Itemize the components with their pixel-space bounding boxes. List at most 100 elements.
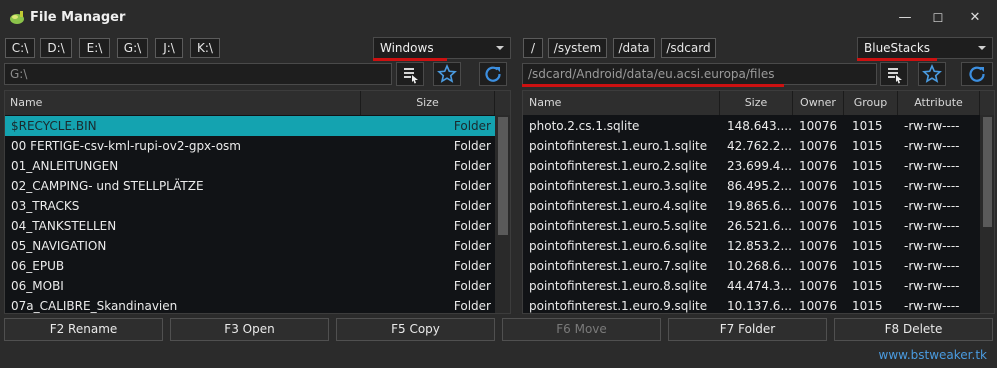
row-name: pointofinterest.1.euro.1.sqlite (529, 139, 708, 153)
root-button[interactable]: /system (548, 38, 607, 58)
row-owner: 10076 (799, 219, 838, 233)
table-row[interactable]: pointofinterest.1.euro.7.sqlite 10.268.6.… (523, 256, 980, 276)
f2-rename-button[interactable]: F2 Rename (4, 318, 163, 341)
table-row[interactable]: 02_CAMPING- und STELLPLÄTZE Folder (5, 176, 495, 196)
table-row[interactable]: pointofinterest.1.euro.6.sqlite 12.853.2.… (523, 236, 980, 256)
row-attribute: -rw-rw---- (904, 239, 960, 253)
row-name: 01_ANLEITUNGEN (11, 159, 119, 173)
row-attribute: -rw-rw---- (904, 159, 960, 173)
right-bookmarks-button[interactable] (880, 62, 908, 86)
f7-folder-button[interactable]: F7 Folder (668, 318, 827, 341)
right-refresh-button[interactable] (961, 62, 993, 86)
table-row[interactable]: photo.2.cs.1.sqlite 148.643.... 10076 1015 -… (523, 116, 980, 136)
row-size: 10.137.6... (727, 299, 792, 313)
right-favorite-button[interactable] (918, 62, 946, 86)
column-header-name[interactable]: Name (523, 91, 720, 115)
table-row[interactable]: 06_EPUB Folder (5, 256, 495, 276)
column-header-size[interactable]: Size (720, 91, 793, 115)
table-row[interactable]: $RECYCLE.BIN Folder (5, 116, 495, 136)
drive-button[interactable]: C:\ (5, 38, 35, 58)
table-row[interactable]: 03_TRACKS Folder (5, 196, 495, 216)
bookmark-list-icon (888, 68, 902, 84)
left-refresh-button[interactable] (479, 62, 507, 86)
row-name: 04_TANKSTELLEN (11, 219, 117, 233)
table-row[interactable]: 06_MOBI Folder (5, 276, 495, 296)
column-header-name[interactable]: Name (5, 91, 361, 115)
row-size: Folder (453, 179, 491, 193)
table-row[interactable]: pointofinterest.1.euro.2.sqlite 23.699.4.… (523, 156, 980, 176)
row-group: 1015 (852, 259, 883, 273)
column-header-attribute[interactable]: Attribute (898, 91, 980, 115)
header-spacer (980, 91, 994, 115)
table-row[interactable]: pointofinterest.1.euro.4.sqlite 19.865.6.… (523, 196, 980, 216)
f3-open-button[interactable]: F3 Open (170, 318, 329, 341)
row-attribute: -rw-rw---- (904, 219, 960, 233)
row-owner: 10076 (799, 239, 838, 253)
table-row[interactable]: 07a_CALIBRE_Skandinavien Folder (5, 296, 495, 313)
left-source-select[interactable]: Windows (373, 37, 511, 59)
row-owner: 10076 (799, 139, 838, 153)
row-name: 05_NAVIGATION (11, 239, 107, 253)
f8-delete-button[interactable]: F8 Delete (834, 318, 993, 341)
root-button[interactable]: / (523, 38, 543, 58)
left-bookmarks-button[interactable] (396, 62, 424, 86)
row-owner: 10076 (799, 299, 838, 313)
right-scrollbar[interactable] (980, 115, 994, 313)
star-icon (437, 63, 457, 83)
table-row[interactable]: pointofinterest.1.euro.3.sqlite 86.495.2.… (523, 176, 980, 196)
minimize-button[interactable]: — (894, 8, 916, 28)
row-size: Folder (453, 199, 491, 213)
drive-button[interactable]: G:\ (117, 38, 148, 58)
right-source-select[interactable]: BlueStacks (857, 37, 993, 59)
row-owner: 10076 (799, 199, 838, 213)
drive-button[interactable]: K:\ (190, 38, 220, 58)
right-source-value: BlueStacks (864, 41, 931, 55)
table-row[interactable]: pointofinterest.1.euro.5.sqlite 26.521.6.… (523, 216, 980, 236)
row-group: 1015 (852, 279, 883, 293)
f5-copy-button[interactable]: F5 Copy (336, 318, 495, 341)
row-name: pointofinterest.1.euro.5.sqlite (529, 219, 708, 233)
row-size: 12.853.2... (727, 239, 792, 253)
row-attribute: -rw-rw---- (904, 299, 960, 313)
row-owner: 10076 (799, 279, 838, 293)
row-size: 19.865.6... (727, 199, 792, 213)
right-scroll-thumb[interactable] (983, 117, 992, 227)
table-row[interactable]: 04_TANKSTELLEN Folder (5, 216, 495, 236)
root-button[interactable]: /sdcard (661, 38, 716, 58)
row-name: pointofinterest.1.euro.9.sqlite (529, 299, 708, 313)
left-path-input[interactable]: G:\ (4, 63, 392, 85)
left-scrollbar[interactable] (495, 115, 510, 313)
table-row[interactable]: pointofinterest.1.euro.8.sqlite 44.474.3.… (523, 276, 980, 296)
left-favorite-button[interactable] (433, 62, 461, 86)
table-row[interactable]: 05_NAVIGATION Folder (5, 236, 495, 256)
table-row[interactable]: pointofinterest.1.euro.9.sqlite 10.137.6.… (523, 296, 980, 313)
row-attribute: -rw-rw---- (904, 259, 960, 273)
row-name: 06_MOBI (11, 279, 64, 293)
left-scroll-thumb[interactable] (498, 117, 508, 235)
table-row[interactable]: 01_ANLEITUNGEN Folder (5, 156, 495, 176)
close-button[interactable]: ✕ (964, 8, 986, 28)
row-attribute: -rw-rw---- (904, 179, 960, 193)
row-group: 1015 (852, 119, 883, 133)
right-path-input[interactable]: /sdcard/Android/data/eu.acsi.europa/file… (522, 63, 877, 85)
left-source-value: Windows (380, 41, 434, 55)
row-size: 23.699.4... (727, 159, 792, 173)
row-name: pointofinterest.1.euro.3.sqlite (529, 179, 708, 193)
column-header-owner[interactable]: Owner (793, 91, 844, 115)
table-row[interactable]: pointofinterest.1.euro.1.sqlite 42.762.2.… (523, 136, 980, 156)
credit-link[interactable]: www.bstweaker.tk (879, 348, 988, 362)
row-name: photo.2.cs.1.sqlite (529, 119, 640, 133)
drive-button[interactable]: E:\ (79, 38, 110, 58)
column-header-group[interactable]: Group (844, 91, 898, 115)
root-button[interactable]: /data (613, 38, 655, 58)
header-spacer (495, 91, 510, 115)
drive-button[interactable]: D:\ (40, 38, 72, 58)
maximize-button[interactable]: ☐ (927, 8, 949, 28)
row-size: Folder (453, 119, 491, 133)
row-size: Folder (453, 139, 491, 153)
table-row[interactable]: 00 FERTIGE-csv-kml-rupi-ov2-gpx-osm Folde… (5, 136, 495, 156)
drive-button[interactable]: J:\ (155, 38, 183, 58)
row-owner: 10076 (799, 179, 838, 193)
column-header-size[interactable]: Size (361, 91, 495, 115)
annotation-underline (373, 58, 447, 61)
